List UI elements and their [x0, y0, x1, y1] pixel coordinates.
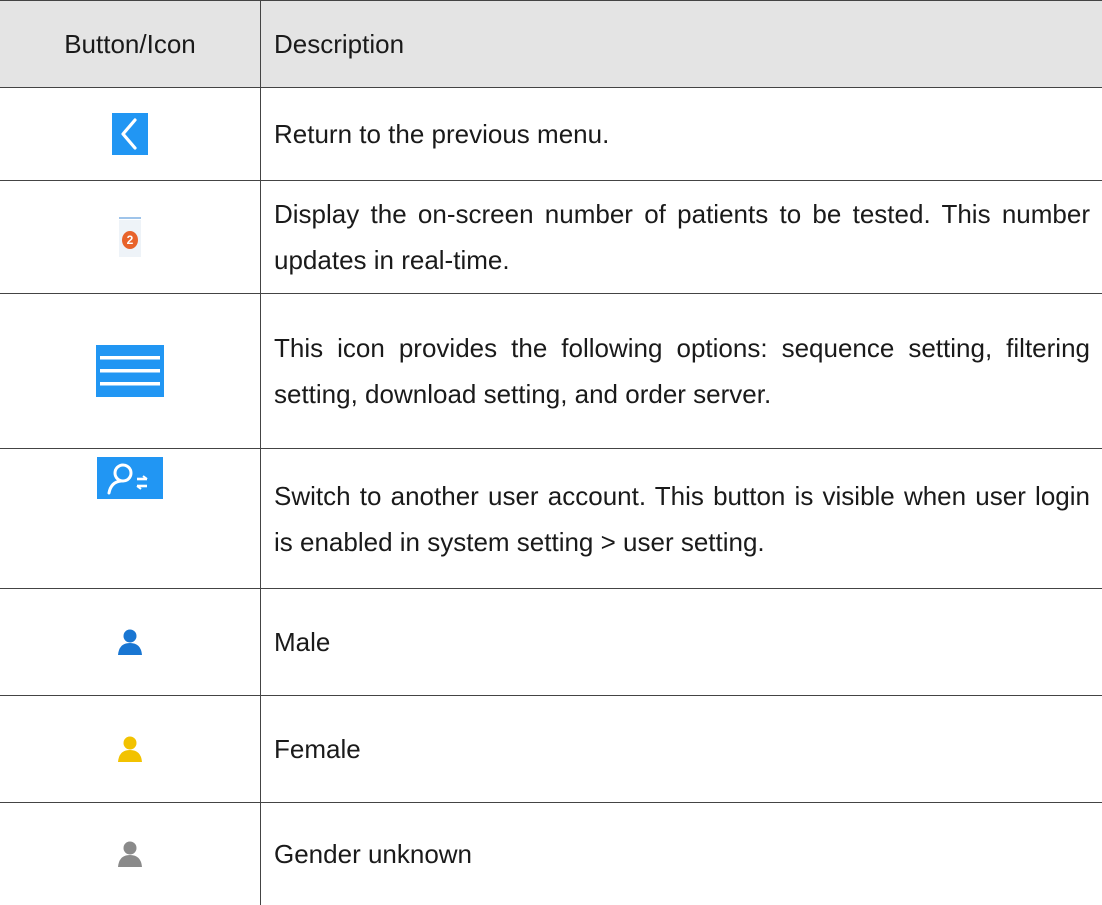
icon-cell [0, 88, 261, 181]
table-row: Gender unknown [0, 803, 1102, 905]
table-row: Return to the previous menu. [0, 88, 1102, 181]
description-cell: Return to the previous menu. [261, 88, 1102, 181]
back-chevron-icon [112, 113, 148, 155]
header-button-icon: Button/Icon [0, 1, 261, 88]
icon-cell [0, 803, 261, 905]
patient-count-badge-icon: 2 [119, 217, 141, 257]
description-cell: Female [261, 696, 1102, 803]
description-cell: Switch to another user account. This but… [261, 449, 1102, 589]
description-cell: This icon provides the following options… [261, 294, 1102, 449]
header-description: Description [261, 1, 1102, 88]
table-header-row: Button/Icon Description [0, 1, 1102, 88]
male-user-icon [116, 628, 144, 656]
table-row: Male [0, 589, 1102, 696]
description-cell: Display the on-screen number of patients… [261, 181, 1102, 294]
icon-cell [0, 589, 261, 696]
icon-description-table: Button/Icon Description Return to the pr… [0, 0, 1102, 905]
table-row: 2 Display the on-screen number of patien… [0, 181, 1102, 294]
icon-cell: 2 [0, 181, 261, 294]
description-cell: Gender unknown [261, 803, 1102, 905]
icon-cell [0, 696, 261, 803]
description-cell: Male [261, 589, 1102, 696]
switch-user-icon [97, 457, 163, 499]
hamburger-menu-icon [96, 345, 164, 397]
icon-cell [0, 294, 261, 449]
badge-count: 2 [119, 232, 141, 248]
table-row: Switch to another user account. This but… [0, 449, 1102, 589]
unknown-gender-user-icon [116, 840, 144, 868]
table-row: This icon provides the following options… [0, 294, 1102, 449]
icon-cell [0, 449, 261, 589]
female-user-icon [116, 735, 144, 763]
table-row: Female [0, 696, 1102, 803]
